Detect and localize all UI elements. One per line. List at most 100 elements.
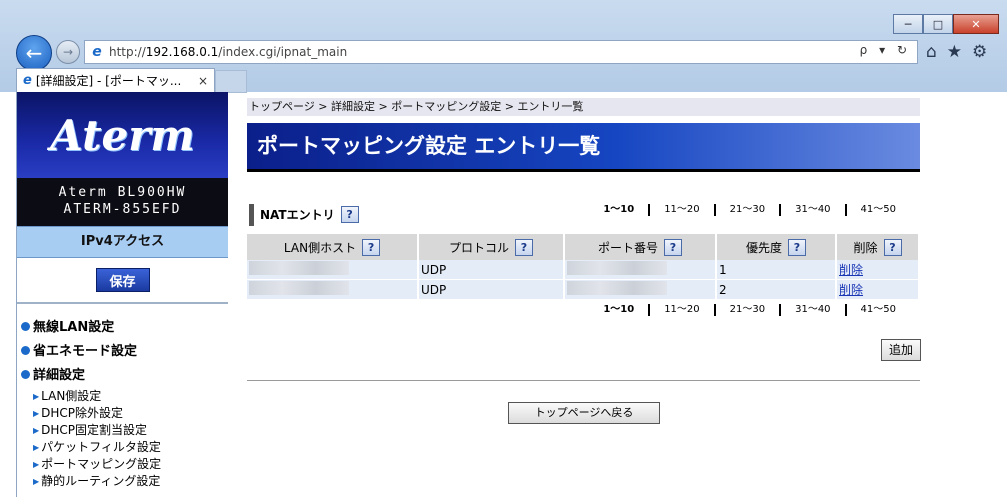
ie-tab-icon: e	[23, 73, 32, 88]
redacted-host	[249, 281, 349, 295]
minimize-button[interactable]: ─	[893, 14, 923, 34]
page-link[interactable]: 41〜50	[844, 304, 910, 316]
priority-cell: 2	[716, 279, 837, 300]
page-link[interactable]: 1〜10	[589, 204, 648, 216]
tab-close-icon[interactable]: ×	[198, 74, 208, 88]
add-button[interactable]: 追加	[881, 339, 921, 361]
page-link[interactable]: 11〜20	[648, 304, 713, 316]
sidebar-menu: 無線LAN設定 省エネモード設定 詳細設定 ▶ LAN側設定 ▶ DHCP除外設定 …	[17, 304, 228, 490]
page-link[interactable]: 11〜20	[648, 204, 713, 216]
forward-button[interactable]: →	[56, 40, 80, 64]
model-line-1: Aterm BL900HW	[58, 185, 187, 200]
page-title-bar: ポートマッピング設定 エントリ一覧	[247, 123, 920, 172]
col-port: ポート番号?	[564, 234, 717, 260]
bullet-icon	[21, 370, 30, 379]
sidebar: Aterm Aterm BL900HW ATERM-855EFD IPv4アクセ…	[16, 92, 228, 497]
triangle-right-icon: ▶	[33, 477, 40, 486]
help-icon[interactable]: ?	[515, 238, 533, 256]
sidebar-item-eco-mode[interactable]: 省エネモード設定	[17, 340, 228, 364]
sidebar-item-port-mapping[interactable]: ▶ ポートマッピング設定	[17, 456, 228, 473]
model-line-2: ATERM-855EFD	[63, 202, 182, 217]
section-heading: NATエントリ?	[249, 204, 359, 226]
divider	[247, 380, 920, 381]
lan-host-cell	[247, 260, 419, 280]
access-mode: IPv4アクセス	[17, 226, 228, 258]
browser-chrome: ─ □ ✕ ← → e http://192.168.0.1/index.cgi…	[0, 0, 1007, 93]
delete-cell: 削除	[836, 279, 920, 300]
page-link[interactable]: 31〜40	[779, 304, 844, 316]
sidebar-item-dhcp-exclude[interactable]: ▶ DHCP除外設定	[17, 405, 228, 422]
redacted-port	[567, 261, 667, 275]
table-header-row: LAN側ホスト? プロトコル? ポート番号? 優先度? 削除?	[247, 234, 920, 260]
page-link[interactable]: 31〜40	[779, 204, 844, 216]
triangle-right-icon: ▶	[33, 409, 40, 418]
home-icon[interactable]: ⌂	[926, 42, 937, 62]
address-bar[interactable]: e http://192.168.0.1/index.cgi/ipnat_mai…	[84, 40, 918, 64]
address-tools[interactable]: ρ ▾ ↻	[860, 43, 911, 57]
address-url[interactable]: http://192.168.0.1/index.cgi/ipnat_main	[109, 45, 347, 59]
sidebar-item-advanced[interactable]: 詳細設定	[17, 364, 228, 388]
pagination-bottom: 1〜10 11〜20 21〜30 31〜40 41〜50	[589, 304, 910, 316]
delete-link[interactable]: 削除	[839, 283, 863, 297]
table-row: UDP 2 削除	[247, 279, 920, 300]
lan-host-cell	[247, 279, 419, 300]
back-to-top-button[interactable]: トップページへ戻る	[508, 402, 660, 424]
redacted-port	[567, 281, 667, 295]
back-button[interactable]: ←	[16, 35, 52, 71]
window-controls: ─ □ ✕	[893, 14, 999, 34]
save-area: 保存	[17, 258, 228, 304]
bullet-icon	[21, 346, 30, 355]
help-icon[interactable]: ?	[340, 206, 359, 223]
sidebar-item-dhcp-fixed[interactable]: ▶ DHCP固定割当設定	[17, 422, 228, 439]
help-icon[interactable]: ?	[362, 238, 381, 256]
help-icon[interactable]: ?	[883, 238, 902, 256]
col-lan-host: LAN側ホスト?	[247, 234, 419, 260]
aterm-logo: Aterm	[17, 92, 228, 178]
main-content: トップページ > 詳細設定 > ポートマッピング設定 > エントリ一覧 ポートマ…	[227, 92, 1007, 497]
page-link[interactable]: 21〜30	[713, 204, 779, 216]
priority-cell: 1	[716, 260, 837, 280]
page-link[interactable]: 41〜50	[844, 204, 910, 216]
help-icon[interactable]: ?	[788, 238, 806, 256]
page-title: ポートマッピング設定 エントリ一覧	[257, 134, 601, 158]
delete-cell: 削除	[836, 260, 920, 280]
pagination-top: 1〜10 11〜20 21〜30 31〜40 41〜50	[589, 204, 910, 216]
sidebar-item-static-routing[interactable]: ▶ 静的ルーティング設定	[17, 473, 228, 490]
ie-page-icon: e	[92, 44, 102, 60]
close-window-button[interactable]: ✕	[953, 14, 999, 34]
triangle-right-icon: ▶	[33, 443, 40, 452]
port-cell	[564, 260, 717, 280]
protocol-cell: UDP	[418, 260, 565, 280]
table-row: UDP 1 削除	[247, 260, 920, 280]
bullet-icon	[21, 322, 30, 331]
delete-link[interactable]: 削除	[839, 263, 863, 277]
triangle-right-icon: ▶	[33, 426, 40, 435]
triangle-right-icon: ▶	[33, 392, 40, 401]
breadcrumb: トップページ > 詳細設定 > ポートマッピング設定 > エントリ一覧	[247, 98, 920, 116]
sidebar-item-wireless-lan[interactable]: 無線LAN設定	[17, 316, 228, 340]
col-delete: 削除?	[836, 234, 920, 260]
model-info: Aterm BL900HW ATERM-855EFD	[17, 178, 228, 226]
help-icon[interactable]: ?	[664, 238, 682, 256]
protocol-cell: UDP	[418, 279, 565, 300]
page-link[interactable]: 1〜10	[589, 304, 648, 316]
gear-icon[interactable]: ⚙	[972, 42, 987, 62]
sidebar-item-packet-filter[interactable]: ▶ パケットフィルタ設定	[17, 439, 228, 456]
tab-title: [詳細設定] - [ポートマッ...	[35, 74, 182, 88]
arrow-right-icon: →	[62, 45, 74, 59]
save-button[interactable]: 保存	[95, 268, 150, 292]
arrow-left-icon: ←	[25, 41, 43, 65]
triangle-right-icon: ▶	[33, 460, 40, 469]
col-priority: 優先度?	[716, 234, 837, 260]
maximize-button[interactable]: □	[923, 14, 953, 34]
nat-entry-table: LAN側ホスト? プロトコル? ポート番号? 優先度? 削除? UDP 1 削除…	[247, 234, 920, 300]
favorites-star-icon[interactable]: ★	[947, 42, 962, 62]
redacted-host	[249, 261, 349, 275]
sidebar-item-lan[interactable]: ▶ LAN側設定	[17, 388, 228, 405]
browser-toolbar-icons: ⌂ ★ ⚙	[926, 42, 987, 62]
browser-tab[interactable]: e [詳細設定] - [ポートマッ... ×	[16, 68, 215, 92]
new-tab-button[interactable]	[215, 70, 247, 93]
port-cell	[564, 279, 717, 300]
col-protocol: プロトコル?	[418, 234, 565, 260]
page-link[interactable]: 21〜30	[713, 304, 779, 316]
